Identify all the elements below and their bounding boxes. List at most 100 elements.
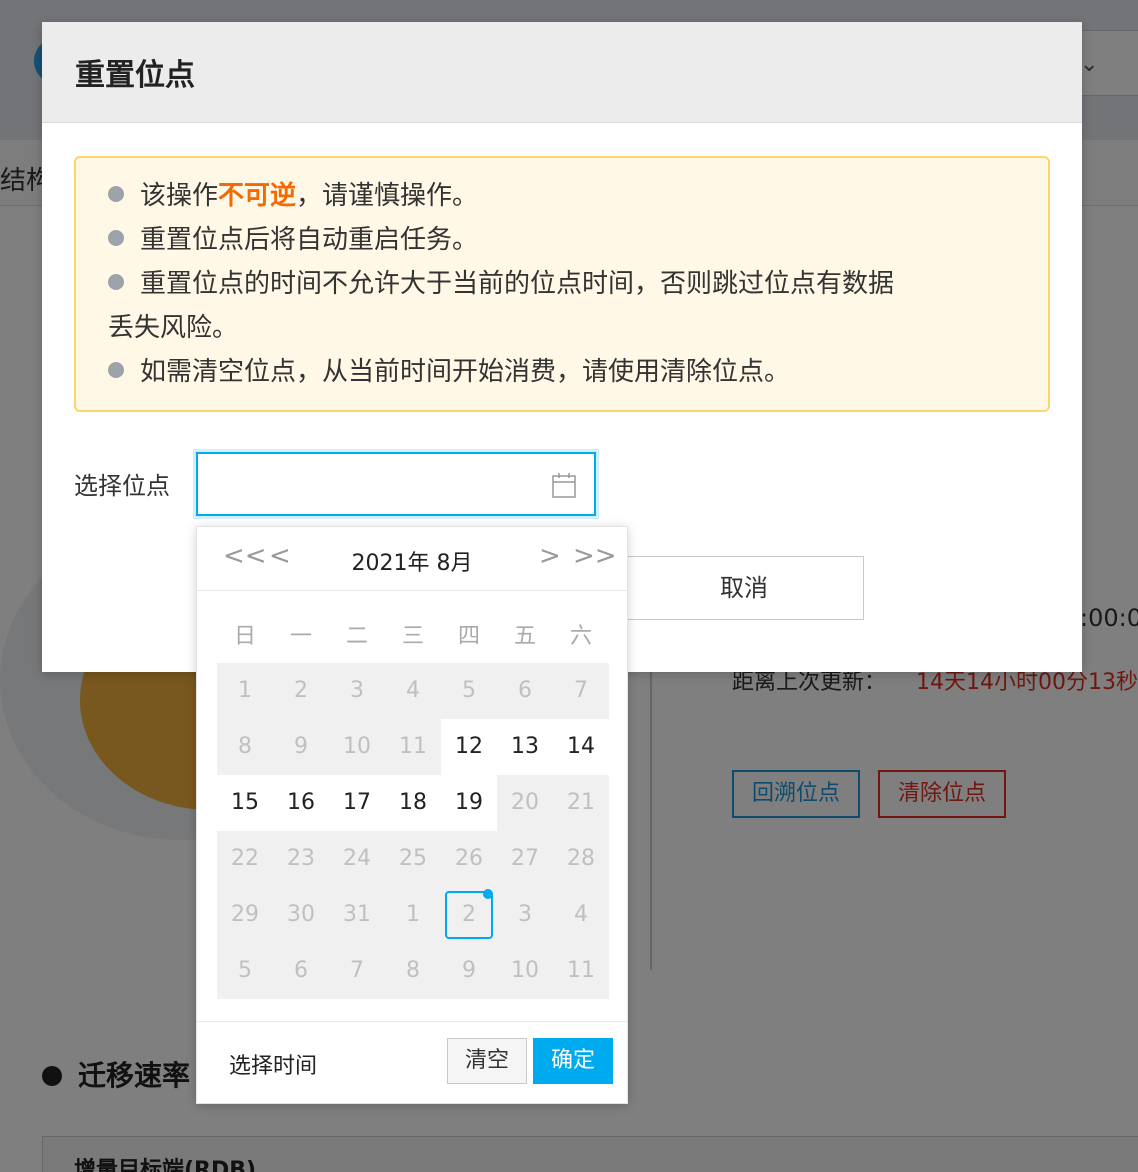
calendar-day: 7	[329, 943, 385, 999]
day-number: 1	[238, 678, 252, 703]
weekday-label: 五	[513, 624, 536, 649]
day-number: 7	[350, 958, 364, 983]
today-dot-icon	[483, 889, 493, 899]
day-number: 15	[231, 790, 259, 815]
warning-alert: 该操作不可逆，请谨慎操作。 重置位点后将自动重启任务。 重置位点的时间不允许大于…	[74, 156, 1050, 412]
day-number: 10	[343, 734, 371, 759]
weekday-label: 一	[289, 624, 312, 649]
calendar-day: 6	[273, 943, 329, 999]
day-number: 26	[455, 846, 483, 871]
alert-text: ，请谨慎操作。	[296, 181, 479, 211]
calendar-day: 4	[553, 887, 609, 943]
offset-date-input[interactable]	[196, 452, 596, 516]
day-number: 3	[350, 678, 364, 703]
calendar-day: 10	[497, 943, 553, 999]
weekday-label: 四	[457, 624, 480, 649]
irreversible-text: 不可逆	[218, 181, 297, 211]
day-number: 9	[462, 958, 476, 983]
weekday-header: 日一二三四五六	[217, 611, 609, 663]
calendar-day: 5	[441, 663, 497, 719]
day-number: 5	[238, 958, 252, 983]
day-number: 8	[238, 734, 252, 759]
alert-text: 重置位点的时间不允许大于当前的位点时间，否则跳过位点有数据	[140, 269, 895, 299]
calendar-day: 31	[329, 887, 385, 943]
calendar-day: 29	[217, 887, 273, 943]
calendar-day: 24	[329, 831, 385, 887]
calendar-week-row: 5 6 7 8 9 10 11	[217, 943, 609, 999]
calendar-day: 25	[385, 831, 441, 887]
day-number: 6	[518, 678, 532, 703]
clear-button[interactable]: 清空	[447, 1038, 527, 1084]
calendar-day[interactable]: 18	[385, 775, 441, 831]
day-number: 17	[343, 790, 371, 815]
day-number: 25	[399, 846, 427, 871]
calendar-day: 1	[217, 663, 273, 719]
bullet-icon	[108, 273, 124, 290]
day-number: 10	[511, 958, 539, 983]
day-number: 22	[231, 846, 259, 871]
day-number: 16	[287, 790, 315, 815]
calendar-day: 23	[273, 831, 329, 887]
weekday-label: 六	[569, 624, 592, 649]
bullet-icon	[108, 229, 124, 246]
calendar-day: 6	[497, 663, 553, 719]
calendar-day: 3	[329, 663, 385, 719]
calendar-day: 30	[273, 887, 329, 943]
calendar-day[interactable]: 15	[217, 775, 273, 831]
select-time-link[interactable]: 选择时间	[229, 1048, 317, 1080]
calendar-week-row: 29 30 31 1 2 3 4	[217, 887, 609, 943]
alert-item: 该操作不可逆，请谨慎操作。	[108, 174, 1016, 218]
alert-item: 如需清空位点，从当前时间开始消费，请使用清除位点。	[108, 350, 1016, 394]
calendar-day: 8	[217, 719, 273, 775]
calendar-day: 7	[553, 663, 609, 719]
day-number: 27	[511, 846, 539, 871]
calendar-day: 26	[441, 831, 497, 887]
alert-text: 该操作	[140, 181, 219, 211]
calendar-day: 9	[273, 719, 329, 775]
dialog-title: 重置位点	[75, 58, 195, 93]
day-number: 1	[406, 902, 420, 927]
picker-month-title[interactable]: 2021年 8月	[197, 545, 627, 577]
dialog-header: 重置位点	[42, 22, 1082, 123]
calendar-day[interactable]: 13	[497, 719, 553, 775]
next-month-icon[interactable]: >	[539, 541, 561, 571]
day-number: 7	[574, 678, 588, 703]
weekday-label: 日	[233, 624, 256, 649]
alert-text: 如需清空位点，从当前时间开始消费，请使用清除位点。	[140, 357, 791, 387]
picker-header: << < 2021年 8月 > >>	[197, 527, 627, 591]
day-number: 11	[399, 734, 427, 759]
day-number: 4	[406, 678, 420, 703]
calendar-day: 9	[441, 943, 497, 999]
calendar-icon[interactable]	[552, 472, 576, 498]
calendar-day: 8	[385, 943, 441, 999]
picker-footer: 选择时间 清空 确定	[197, 1021, 627, 1103]
day-number: 20	[511, 790, 539, 815]
day-number: 23	[287, 846, 315, 871]
calendar-day: 1	[385, 887, 441, 943]
bullet-icon	[108, 361, 124, 378]
day-number: 2	[294, 678, 308, 703]
next-year-icon[interactable]: >>	[573, 541, 617, 571]
day-number: 28	[567, 846, 595, 871]
calendar-day: 28	[553, 831, 609, 887]
calendar-day[interactable]: 14	[553, 719, 609, 775]
date-picker-popup: << < 2021年 8月 > >> 日一二三四五六 1 2 3 4 5 6 7 8 9 10 11…	[196, 526, 628, 1104]
day-number: 19	[455, 790, 483, 815]
calendar-day: 4	[385, 663, 441, 719]
calendar-week-row: 8 9 10 11 12 13 14	[217, 719, 609, 775]
calendar-day: 10	[329, 719, 385, 775]
day-number: 5	[462, 678, 476, 703]
calendar-day[interactable]: 12	[441, 719, 497, 775]
day-number: 6	[294, 958, 308, 983]
day-number: 29	[231, 902, 259, 927]
calendar-day[interactable]: 17	[329, 775, 385, 831]
confirm-button[interactable]: 确定	[533, 1038, 613, 1084]
calendar-day: 11	[553, 943, 609, 999]
calendar-grid: 日一二三四五六 1 2 3 4 5 6 7 8 9 10 11 12 13 14 15 16 17 18 19 20 2…	[217, 611, 609, 999]
calendar-day[interactable]: 16	[273, 775, 329, 831]
bullet-icon	[108, 185, 124, 202]
day-number: 8	[406, 958, 420, 983]
calendar-day[interactable]: 19	[441, 775, 497, 831]
alert-item: 重置位点后将自动重启任务。	[108, 218, 1016, 262]
cancel-button[interactable]: 取消	[624, 556, 864, 620]
